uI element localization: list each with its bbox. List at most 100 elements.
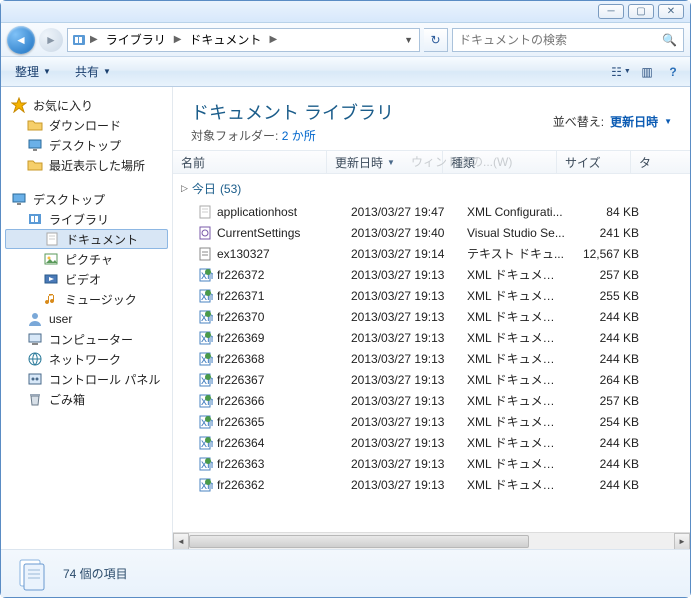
breadcrumb-documents[interactable]: ドキュメント [183,29,267,51]
file-row[interactable]: CurrentSettings2013/03/27 19:40Visual St… [177,222,690,243]
cell-name: xmlfr226369 [189,330,343,346]
column-type[interactable]: 種類 [443,151,557,173]
file-row[interactable]: xmlfr2263672013/03/27 19:13XML ドキュメント264… [177,369,690,390]
file-row[interactable]: ex1303272013/03/27 19:14テキスト ドキュ...12,56… [177,243,690,264]
refresh-button[interactable]: ↻ [424,28,448,52]
txt-icon [197,246,213,262]
help-button[interactable]: ? [664,63,682,81]
cell-type: XML ドキュメント [459,350,573,367]
sidebar-fav-1[interactable]: デスクトップ [1,135,172,155]
file-row[interactable]: xmlfr2263712013/03/27 19:13XML ドキュメント255… [177,285,690,306]
sidebar-fav-2[interactable]: 最近表示した場所 [1,155,172,175]
column-size[interactable]: サイズ [557,151,631,173]
nav-back-button[interactable]: ◄ [7,26,35,54]
file-row[interactable]: xmlfr2263702013/03/27 19:13XML ドキュメント244… [177,306,690,327]
cell-date: 2013/03/27 19:13 [343,436,459,450]
file-row[interactable]: xmlfr2263722013/03/27 19:13XML ドキュメント257… [177,264,690,285]
sidebar-desktop[interactable]: デスクトップ [1,189,172,209]
minimize-button[interactable]: ─ [598,4,624,19]
cell-size: 244 KB [573,331,647,345]
file-name: fr226362 [217,478,264,492]
sidebar-libraries[interactable]: ライブラリ [1,209,172,229]
column-modified[interactable]: 更新日時▼ [327,151,443,173]
organize-label: 整理 [15,63,39,80]
chevron-right-icon[interactable]: ▶ [88,34,100,45]
cell-size: 257 KB [573,394,647,408]
file-row[interactable]: xmlfr2263622013/03/27 19:13XML ドキュメント244… [177,474,690,495]
share-label: 共有 [75,63,99,80]
sidebar-lib-3[interactable]: ミュージック [1,289,172,309]
file-name: CurrentSettings [217,226,300,240]
organize-menu[interactable]: 整理 ▼ [9,60,57,83]
breadcrumb[interactable]: ▶ ライブラリ ▶ ドキュメント ▶ ▼ [67,28,420,52]
column-name[interactable]: 名前 [173,151,327,173]
cell-type: XML ドキュメント [459,266,573,283]
xml-icon: xml [197,414,213,430]
chevron-right-icon[interactable]: ▶ [172,34,184,45]
file-name: fr226365 [217,415,264,429]
scroll-right-button[interactable]: ► [674,533,690,550]
breadcrumb-dropdown[interactable]: ▼ [400,35,417,45]
group-header-today[interactable]: ▷ 今日 (53) [177,174,690,201]
file-row[interactable]: xmlfr2263682013/03/27 19:13XML ドキュメント244… [177,348,690,369]
cell-size: 84 KB [573,205,647,219]
share-menu[interactable]: 共有 ▼ [69,60,117,83]
column-tag[interactable]: タ [631,151,690,173]
cell-size: 254 KB [573,415,647,429]
page-title: ドキュメント ライブラリ [191,99,394,125]
horizontal-scrollbar[interactable]: ◄ ► [173,532,690,549]
sidebar-item-label: ミュージック [65,291,137,308]
search-box[interactable]: 🔍 [452,28,684,52]
arrange-by[interactable]: 並べ替え: 更新日時 ▼ [553,113,672,130]
maximize-button[interactable]: ▢ [628,4,654,19]
file-row[interactable]: xmlfr2263632013/03/27 19:13XML ドキュメント244… [177,453,690,474]
sidebar-item-label: ドキュメント [66,231,138,248]
subfolder-count-link[interactable]: 2 か所 [282,129,316,143]
file-list[interactable]: ▷ 今日 (53) applicationhost2013/03/27 19:4… [173,174,690,532]
view-options-button[interactable]: ☷ ▼ [612,63,630,81]
file-row[interactable]: xmlfr2263642013/03/27 19:13XML ドキュメント244… [177,432,690,453]
preview-icon: ▥ [641,65,652,79]
cell-size: 257 KB [573,268,647,282]
sidebar-other-2[interactable]: ネットワーク [1,349,172,369]
cell-date: 2013/03/27 19:13 [343,289,459,303]
file-row[interactable]: xmlfr2263652013/03/27 19:13XML ドキュメント254… [177,411,690,432]
sidebar-other-3[interactable]: コントロール パネル [1,369,172,389]
collapse-icon[interactable]: ▷ [181,183,188,194]
sidebar-lib-1[interactable]: ピクチャ [1,249,172,269]
sidebar-lib-0[interactable]: ドキュメント [5,229,168,249]
pic-icon [43,251,59,267]
sidebar-favorites[interactable]: お気に入り [1,95,172,115]
preview-pane-button[interactable]: ▥ [638,63,656,81]
sidebar-other-0[interactable]: user [1,309,172,329]
statusbar: 74 個の項目 [1,549,690,597]
cell-date: 2013/03/27 19:13 [343,415,459,429]
subfolder-label: 対象フォルダー: [191,129,278,143]
file-row[interactable]: xmlfr2263662013/03/27 19:13XML ドキュメント257… [177,390,690,411]
sidebar-fav-0[interactable]: ダウンロード [1,115,172,135]
cell-size: 244 KB [573,352,647,366]
sidebar-other-4[interactable]: ごみ箱 [1,389,172,409]
xml-icon: xml [197,267,213,283]
search-input[interactable] [459,33,662,47]
sidebar-item-label: ごみ箱 [49,391,85,408]
close-button[interactable]: ✕ [658,4,684,19]
chevron-right-icon[interactable]: ▶ [267,34,279,45]
chevron-down-icon: ▼ [103,67,111,76]
sidebar-item-label: ネットワーク [49,351,121,368]
file-name: fr226371 [217,289,264,303]
refresh-icon: ↻ [430,33,440,47]
file-row[interactable]: applicationhost2013/03/27 19:47XML Confi… [177,201,690,222]
sidebar-other-1[interactable]: コンピューター [1,329,172,349]
cell-name: xmlfr226362 [189,477,343,493]
sidebar: お気に入りダウンロードデスクトップ最近表示した場所デスクトップライブラリドキュメ… [1,87,173,549]
sidebar-lib-2[interactable]: ビデオ [1,269,172,289]
file-row[interactable]: xmlfr2263692013/03/27 19:13XML ドキュメント244… [177,327,690,348]
cell-type: Visual Studio Se... [459,226,573,240]
scroll-left-button[interactable]: ◄ [173,533,189,550]
cell-date: 2013/03/27 19:14 [343,247,459,261]
breadcrumb-libraries[interactable]: ライブラリ [100,29,172,51]
cell-size: 12,567 KB [573,247,647,261]
file-name: fr226368 [217,352,264,366]
scroll-thumb[interactable] [189,535,529,548]
